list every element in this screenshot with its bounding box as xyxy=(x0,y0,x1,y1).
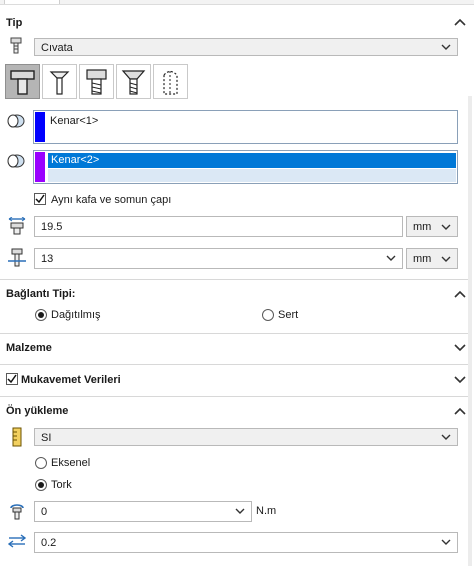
ruler-icon xyxy=(12,427,22,447)
hex-head-bolt-icon xyxy=(10,70,35,95)
torque-value: 0 xyxy=(41,506,48,518)
chevron-down-icon[interactable] xyxy=(386,255,396,262)
scrollbar[interactable] xyxy=(468,96,472,566)
edge1-selection-box[interactable]: Kenar<1> xyxy=(33,110,458,144)
pin-icon xyxy=(163,70,178,95)
edge2-color-swatch xyxy=(35,152,45,182)
head-diameter-input[interactable]: 19.5 xyxy=(34,216,403,237)
thread-unit-value: mm xyxy=(413,253,432,265)
material-title[interactable]: Malzeme xyxy=(6,342,52,354)
bolt-head-type-4-button[interactable] xyxy=(116,64,151,99)
type-section-title: Tip xyxy=(6,17,23,29)
bolt-icon xyxy=(10,37,22,54)
friction-icon xyxy=(8,534,26,548)
torque-label: Tork xyxy=(51,479,72,491)
divider xyxy=(0,279,468,280)
checkmark-icon xyxy=(7,374,17,384)
chevron-down-icon xyxy=(441,256,451,262)
distributed-radio[interactable] xyxy=(35,309,47,321)
top-tab[interactable] xyxy=(4,0,60,4)
collapse-chevron-icon[interactable] xyxy=(454,290,466,298)
distributed-label: Dağıtılmış xyxy=(51,309,101,321)
strength-data-checkbox[interactable] xyxy=(6,373,18,385)
torque-icon xyxy=(10,504,24,520)
countersunk-bolt-icon xyxy=(49,71,70,95)
thread-diameter-icon xyxy=(8,248,26,267)
collapse-chevron-icon[interactable] xyxy=(454,407,466,415)
divider xyxy=(0,333,468,334)
socket-head-bolt-icon xyxy=(86,69,107,95)
top-divider xyxy=(0,0,474,5)
edge1-color-swatch xyxy=(35,112,45,142)
strength-data-title: Mukavemet Verileri xyxy=(21,374,121,386)
edge2-selection-box[interactable]: Kenar<2> xyxy=(33,150,458,184)
edge1-value: Kenar<1> xyxy=(50,115,99,127)
bolt-head-type-2-button[interactable] xyxy=(42,64,77,99)
edge2-value: Kenar<2> xyxy=(51,154,100,166)
thread-unit-select[interactable]: mm xyxy=(406,248,458,269)
edge-selection-icon xyxy=(7,114,25,128)
unit-system-select[interactable]: SI xyxy=(34,428,458,446)
bolt-type-select[interactable]: Cıvata xyxy=(34,38,458,56)
rigid-radio[interactable] xyxy=(262,309,274,321)
expand-chevron-icon[interactable] xyxy=(454,376,466,384)
bolt-type-value: Cıvata xyxy=(41,42,73,54)
edge2-empty-row xyxy=(48,169,456,182)
flat-head-screw-icon xyxy=(121,70,146,95)
edge-selection-icon xyxy=(7,154,25,168)
friction-factor-value: 0.2 xyxy=(41,537,57,549)
radio-dot xyxy=(38,482,44,488)
radio-dot xyxy=(38,312,44,318)
torque-unit-label: N.m xyxy=(256,505,277,517)
friction-factor-input[interactable]: 0.2 xyxy=(34,532,458,553)
thread-diameter-input[interactable]: 13 xyxy=(34,248,403,269)
same-diameter-label: Aynı kafa ve somun çapı xyxy=(51,194,172,206)
axial-radio[interactable] xyxy=(35,457,47,469)
bolt-head-type-3-button[interactable] xyxy=(79,64,114,99)
torque-input[interactable]: 0 xyxy=(34,501,252,522)
divider xyxy=(0,364,468,365)
torque-radio[interactable] xyxy=(35,479,47,491)
diameter-unit-select[interactable]: mm xyxy=(406,216,458,237)
collapse-chevron-icon[interactable] xyxy=(454,18,466,26)
chevron-down-icon xyxy=(441,224,451,230)
unit-system-value: SI xyxy=(41,432,52,444)
thread-diameter-value: 13 xyxy=(41,253,54,265)
divider xyxy=(0,396,468,397)
expand-chevron-icon[interactable] xyxy=(454,344,466,352)
head-diameter-value: 19.5 xyxy=(41,221,63,233)
bolt-head-type-5-button[interactable] xyxy=(153,64,188,99)
rigid-label: Sert xyxy=(278,309,299,321)
axial-label: Eksenel xyxy=(51,457,91,469)
chevron-down-icon[interactable] xyxy=(441,539,451,546)
head-diameter-icon xyxy=(8,217,26,235)
edge2-selected-row[interactable]: Kenar<2> xyxy=(48,153,456,168)
chevron-down-icon[interactable] xyxy=(235,508,245,515)
bolt-head-type-1-button[interactable] xyxy=(5,64,40,99)
same-diameter-checkbox[interactable] xyxy=(34,193,46,205)
chevron-down-icon xyxy=(441,434,451,440)
connection-type-title: Bağlantı Tipi: xyxy=(6,288,76,300)
chevron-down-icon xyxy=(441,44,451,50)
checkmark-icon xyxy=(35,194,45,204)
diameter-unit-value: mm xyxy=(413,221,432,233)
preload-title: Ön yükleme xyxy=(6,405,69,417)
